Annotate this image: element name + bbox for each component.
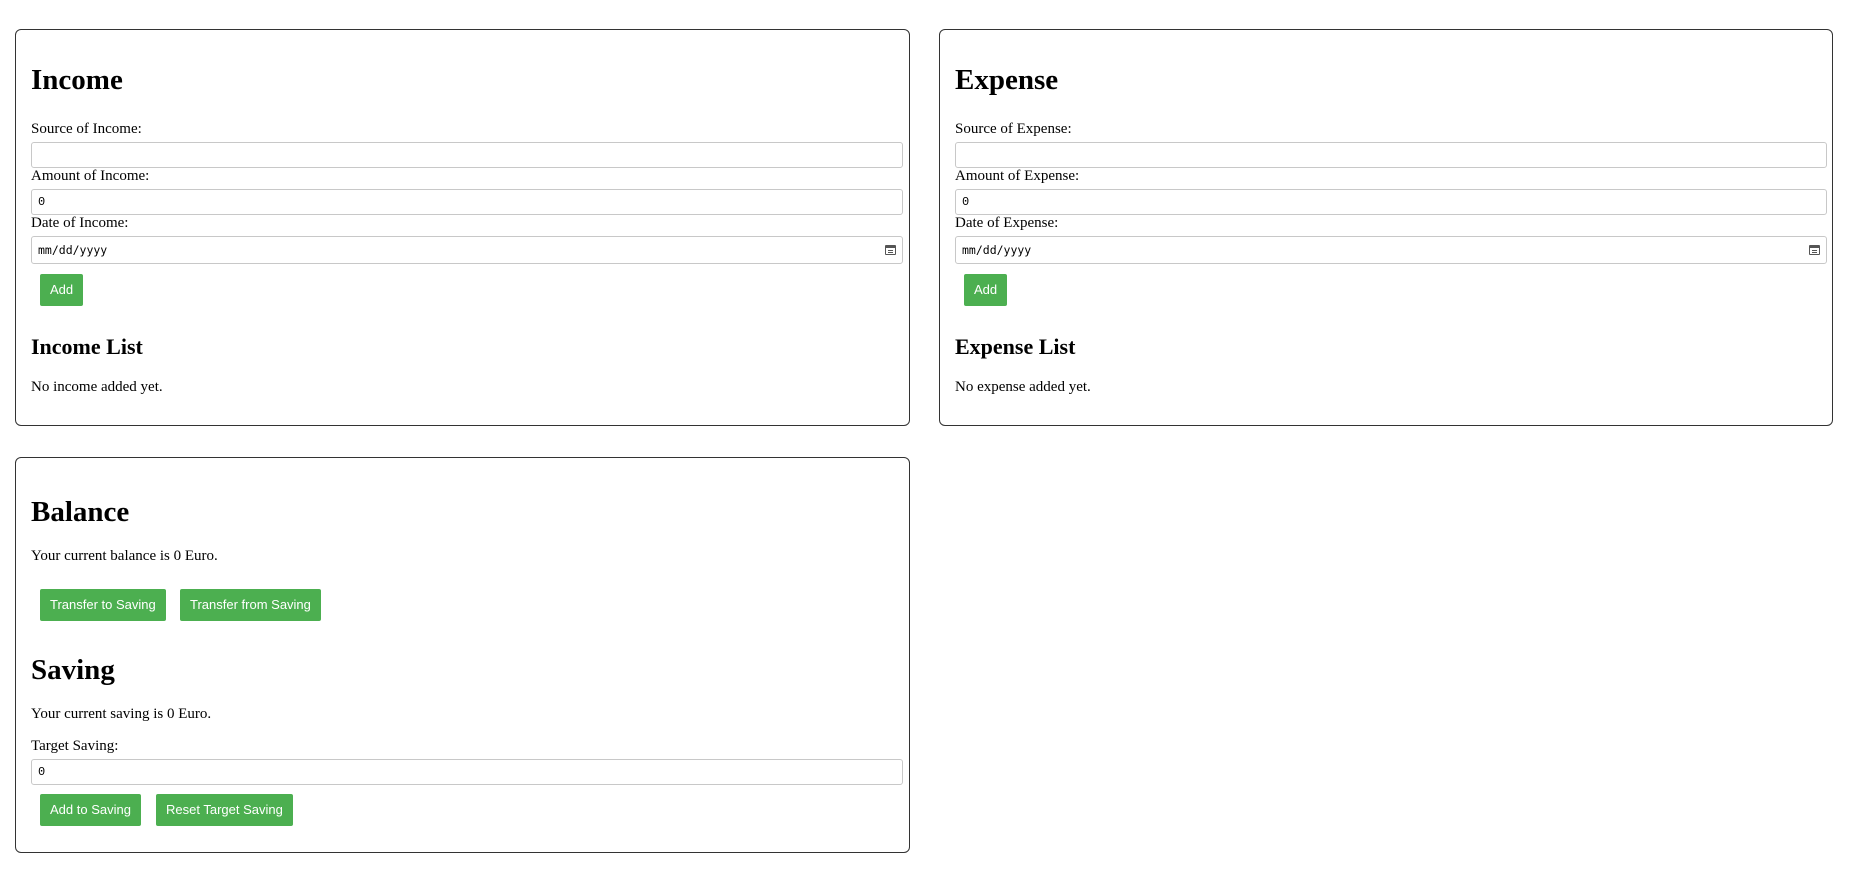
income-title: Income (31, 64, 123, 96)
expense-card: Expense Source of Expense: Amount of Exp… (939, 29, 1833, 426)
income-list-title: Income List (31, 334, 143, 359)
income-source-input[interactable] (31, 142, 903, 168)
expense-date-label: Date of Expense: (955, 215, 1059, 231)
transfer-to-saving-button[interactable]: Transfer to Saving (40, 589, 166, 621)
income-source-label: Source of Income: (31, 121, 142, 137)
calendar-icon[interactable] (1809, 245, 1820, 255)
transfer-from-saving-button[interactable]: Transfer from Saving (180, 589, 321, 621)
target-saving-input[interactable]: 0 (31, 759, 903, 785)
expense-empty-text: No expense added yet. (955, 379, 1091, 395)
income-add-button[interactable]: Add (40, 274, 84, 306)
expense-add-button[interactable]: Add (964, 274, 1008, 306)
income-amount-input[interactable]: 0 (31, 189, 903, 215)
saving-text: Your current saving is 0 Euro. (31, 706, 212, 722)
income-date-label: Date of Income: (31, 215, 129, 231)
balance-card: Balance Your current balance is 0 Euro. … (15, 457, 910, 853)
target-saving-label: Target Saving: (31, 738, 119, 754)
expense-source-input[interactable] (955, 142, 1827, 168)
income-date-input[interactable]: mm/dd/yyyy (31, 236, 903, 264)
page: Income Source of Income: Amount of Incom… (0, 0, 1851, 872)
calendar-icon[interactable] (885, 245, 896, 255)
income-card: Income Source of Income: Amount of Incom… (15, 29, 910, 426)
expense-source-label: Source of Expense: (955, 121, 1072, 137)
saving-title: Saving (31, 654, 115, 686)
expense-date-placeholder: mm/dd/yyyy (962, 243, 1032, 257)
add-to-saving-button[interactable]: Add to Saving (40, 794, 141, 826)
income-empty-text: No income added yet. (31, 379, 163, 395)
reset-target-saving-button[interactable]: Reset Target Saving (156, 794, 293, 826)
expense-date-input[interactable]: mm/dd/yyyy (955, 236, 1827, 264)
income-date-placeholder: mm/dd/yyyy (38, 243, 108, 257)
expense-amount-input[interactable]: 0 (955, 189, 1827, 215)
balance-text: Your current balance is 0 Euro. (31, 548, 218, 564)
expense-title: Expense (955, 64, 1059, 96)
expense-amount-label: Amount of Expense: (955, 168, 1080, 184)
expense-list-title: Expense List (955, 334, 1076, 359)
balance-title: Balance (31, 496, 130, 528)
income-amount-label: Amount of Income: (31, 168, 150, 184)
